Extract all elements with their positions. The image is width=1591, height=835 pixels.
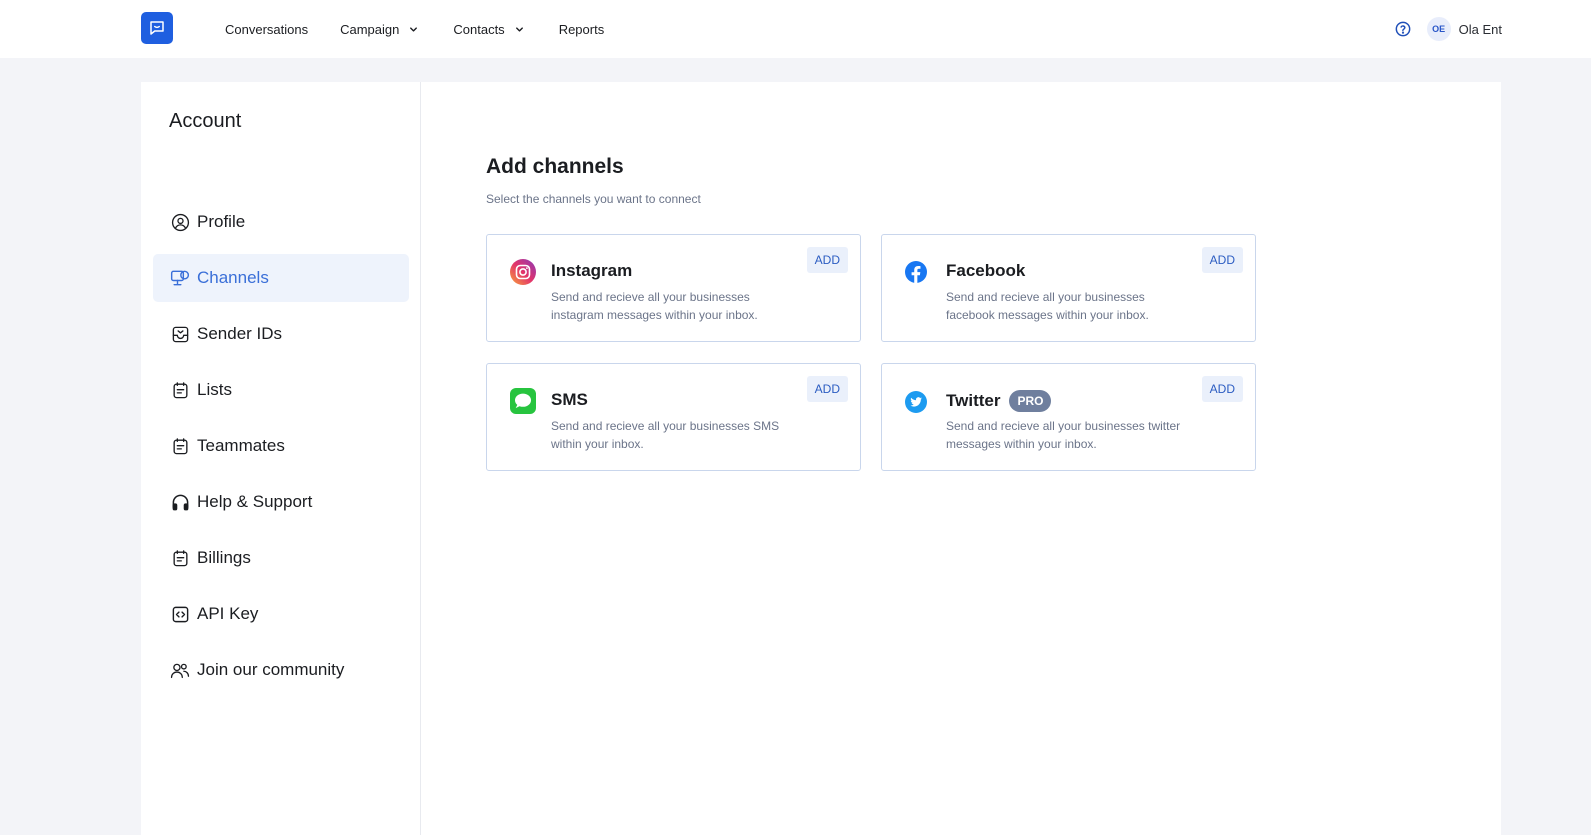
nav-conversations[interactable]: Conversations	[225, 22, 308, 37]
sidebar-title: Account	[169, 110, 242, 132]
avatar[interactable]: OE	[1426, 17, 1451, 41]
app-logo[interactable]	[141, 12, 173, 44]
channel-name-text: Twitter	[946, 391, 1001, 410]
list-icon	[170, 548, 190, 568]
sidebar-item-label: Lists	[197, 380, 232, 399]
sms-icon	[510, 388, 536, 414]
sidebar-item-channels[interactable]: Channels	[153, 254, 409, 302]
channel-name: Instagram	[551, 261, 632, 281]
user-circle-icon	[170, 212, 190, 232]
user-area: OE Ola Ent	[1395, 0, 1502, 58]
nav-campaign-dropdown[interactable]: Campaign	[340, 22, 419, 37]
sidebar-item-join-community[interactable]: Join our community	[153, 646, 409, 694]
channel-card-twitter: Twitter PRO Send and recieve all your bu…	[881, 363, 1256, 471]
sidebar-item-label: Teammates	[197, 436, 285, 455]
nav-reports[interactable]: Reports	[559, 22, 605, 37]
channel-card-sms: SMS Send and recieve all your businesses…	[486, 363, 861, 471]
list-icon	[170, 436, 190, 456]
top-bar: Conversations Campaign Contacts Reports	[0, 0, 1591, 58]
headphones-icon	[170, 492, 190, 512]
sidebar-item-profile[interactable]: Profile	[153, 198, 409, 246]
page-title: Add channels	[486, 155, 624, 178]
sidebar-item-label: Billings	[197, 548, 251, 567]
facebook-icon	[905, 261, 927, 283]
channel-card-instagram: Instagram Send and recieve all your busi…	[486, 234, 861, 342]
sidebar-item-help-support[interactable]: Help & Support	[153, 478, 409, 526]
pro-badge: PRO	[1009, 390, 1052, 412]
code-icon	[170, 604, 190, 624]
channel-name-text: Instagram	[551, 261, 633, 280]
account-settings-card: Account Profile Channels Sender IDs List…	[141, 82, 1501, 835]
nav-campaign-label: Campaign	[340, 21, 400, 37]
sidebar-item-label: API Key	[197, 604, 259, 623]
channel-name-text: Facebook	[946, 261, 1026, 280]
account-sidebar: Account Profile Channels Sender IDs List…	[141, 82, 421, 835]
sidebar-item-label: Profile	[197, 212, 246, 231]
question-circle-icon[interactable]	[1395, 21, 1411, 37]
sidebar-item-label: Join our community	[197, 660, 345, 679]
sidebar-item-label: Help & Support	[197, 492, 313, 511]
channel-name-text: SMS	[551, 390, 588, 409]
channel-description: Send and recieve all your businesses fac…	[946, 290, 1149, 322]
chat-bubble-icon	[150, 21, 164, 35]
sidebar-item-lists[interactable]: Lists	[153, 366, 409, 414]
sidebar-item-label: Channels	[197, 268, 269, 287]
sidebar-item-label: Sender IDs	[197, 324, 283, 343]
nav-conversations-label: Conversations	[225, 21, 309, 37]
add-instagram-button[interactable]: ADD	[806, 247, 848, 273]
twitter-icon	[905, 391, 927, 413]
main-nav: Conversations Campaign Contacts Reports	[225, 0, 604, 58]
channel-description: Send and recieve all your businesses ins…	[551, 290, 758, 322]
nav-contacts-dropdown[interactable]: Contacts	[453, 22, 524, 37]
channel-description: Send and recieve all your businesses SMS…	[551, 419, 780, 451]
add-facebook-button[interactable]: ADD	[1201, 247, 1243, 273]
add-sms-button[interactable]: ADD	[806, 376, 848, 402]
chevron-down-icon	[408, 24, 419, 35]
chevron-down-icon	[514, 24, 525, 35]
users-icon	[170, 660, 190, 680]
sidebar-item-api-key[interactable]: API Key	[153, 590, 409, 638]
channel-description: Send and recieve all your businesses twi…	[946, 419, 1181, 451]
channel-name: SMS	[551, 390, 588, 410]
instagram-icon	[510, 259, 536, 285]
sidebar-item-sender-ids[interactable]: Sender IDs	[153, 310, 409, 358]
inbox-icon	[170, 324, 190, 344]
channel-name: Twitter PRO	[946, 390, 1052, 412]
nav-reports-label: Reports	[558, 21, 605, 37]
channel-card-facebook: Facebook Send and recieve all your busin…	[881, 234, 1256, 342]
page-subtitle: Select the channels you want to connect	[486, 192, 701, 206]
channel-name: Facebook	[946, 261, 1025, 281]
list-icon	[170, 380, 190, 400]
nav-contacts-label: Contacts	[453, 21, 505, 37]
user-name[interactable]: Ola Ent	[1459, 22, 1502, 37]
channels-icon	[170, 268, 190, 288]
sidebar-item-billings[interactable]: Billings	[153, 534, 409, 582]
add-twitter-button[interactable]: ADD	[1201, 376, 1243, 402]
sidebar-item-teammates[interactable]: Teammates	[153, 422, 409, 470]
